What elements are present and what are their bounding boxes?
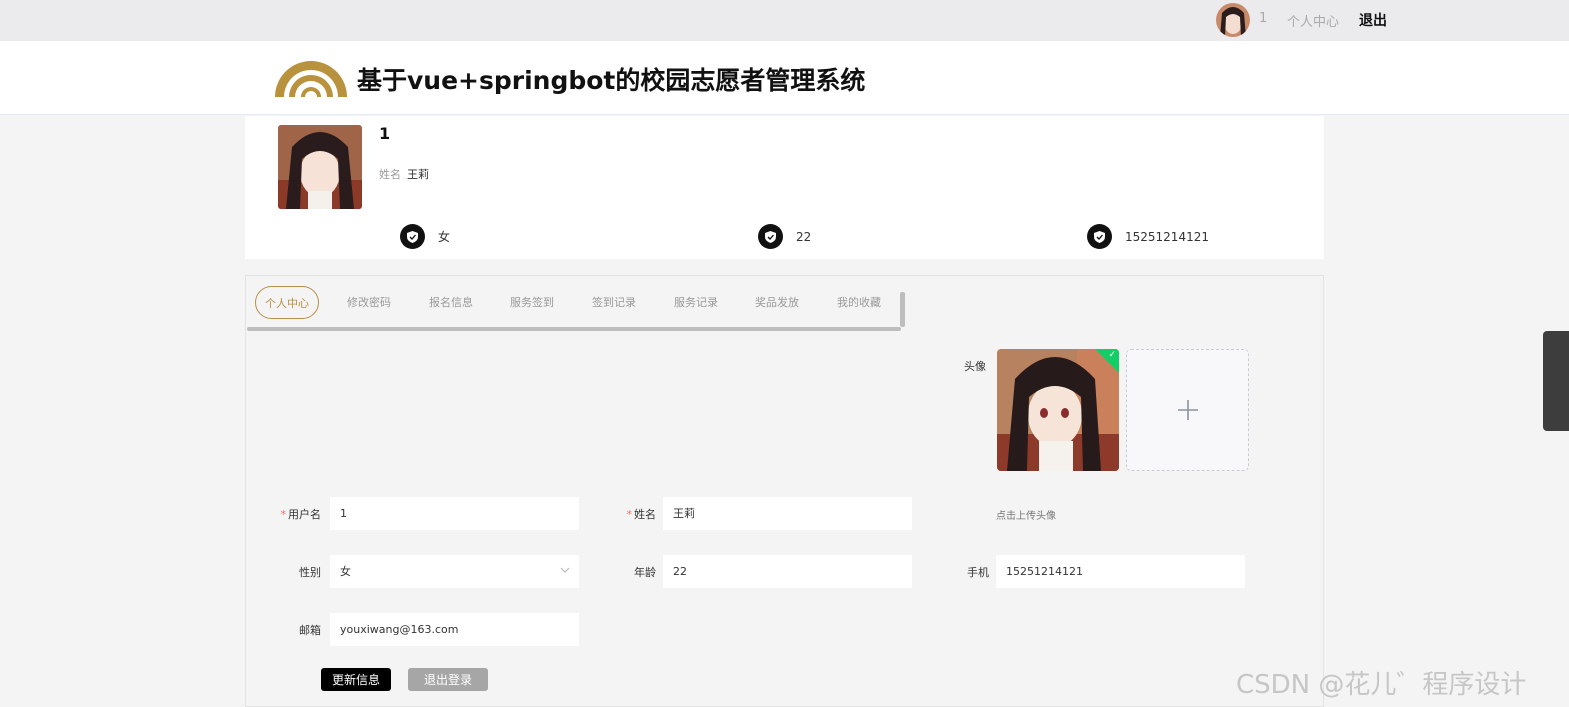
gender-selected-value: 女 [340, 565, 351, 578]
email-field[interactable]: youxiwang@163.com [330, 613, 579, 646]
info-age: 22 [758, 224, 811, 249]
username-field[interactable]: 1 [330, 497, 579, 530]
site-header: 基于vue+springbot的校园志愿者管理系统 [0, 41, 1569, 115]
info-gender: 女 [400, 224, 450, 249]
avatar-preview[interactable]: ✓ [997, 349, 1119, 471]
user-avatar[interactable] [1216, 3, 1250, 37]
logo-icon[interactable] [273, 53, 349, 101]
watermark: CSDN @花儿゛程序设计 [1236, 670, 1527, 700]
username-label: * 用户名 [280, 508, 322, 521]
top-username: 1 [1259, 11, 1268, 26]
upload-hint: 点击上传头像 [996, 511, 1056, 522]
tab-service-checkin[interactable]: 服务签到 [501, 286, 563, 319]
chevron-down-icon [560, 567, 570, 573]
update-info-button[interactable]: 更新信息 [321, 668, 391, 691]
age-text: 22 [796, 229, 812, 244]
tab-service-records[interactable]: 服务记录 [665, 286, 727, 319]
gender-select[interactable]: 女 [330, 555, 579, 588]
shield-icon [758, 224, 783, 249]
avatar-label: 头像 [964, 360, 986, 373]
phone-text: 15251214121 [1125, 229, 1209, 244]
side-drawer-handle[interactable] [1543, 331, 1569, 431]
profile-name-value: 王莉 [407, 168, 429, 181]
top-bar: 1 个人中心 退出 [0, 0, 1569, 41]
logout-button[interactable]: 退出登录 [408, 668, 488, 691]
profile-avatar [278, 125, 362, 209]
main-panel: 个人中心 修改密码 报名信息 服务签到 签到记录 服务记录 奖品发放 我的收藏 … [245, 275, 1324, 707]
tabs-scroll-thumb[interactable] [900, 292, 905, 327]
shield-icon [400, 224, 425, 249]
tab-checkin-records[interactable]: 签到记录 [583, 286, 645, 319]
avatar-upload-button[interactable] [1126, 349, 1249, 471]
name-label: * 姓名 [626, 508, 657, 521]
check-icon: ✓ [1108, 350, 1116, 360]
shield-icon [1087, 224, 1112, 249]
age-label: 年龄 [634, 566, 656, 579]
profile-name-label: 姓名 [379, 168, 401, 181]
profile-card: 1 姓名 王莉 女 22 15251214121 [245, 116, 1324, 259]
tabs-scrollbar[interactable] [247, 327, 901, 331]
tab-change-password[interactable]: 修改密码 [338, 286, 400, 319]
info-phone: 15251214121 [1087, 224, 1209, 249]
tab-prize-distribution[interactable]: 奖品发放 [746, 286, 808, 319]
email-label: 邮箱 [299, 624, 321, 637]
gender-text: 女 [438, 230, 451, 244]
gender-label: 性别 [299, 566, 321, 579]
tab-user-center[interactable]: 个人中心 [255, 286, 319, 319]
plus-icon [1177, 400, 1198, 420]
logout-link[interactable]: 退出 [1359, 10, 1387, 30]
age-field[interactable]: 22 [663, 555, 912, 588]
profile-username: 1 [379, 124, 391, 143]
name-field[interactable]: 王莉 [663, 497, 912, 530]
phone-label: 手机 [967, 566, 989, 579]
user-center-link[interactable]: 个人中心 [1287, 11, 1339, 30]
tab-bar: 个人中心 修改密码 报名信息 服务签到 签到记录 服务记录 奖品发放 我的收藏 [246, 284, 906, 331]
site-title: 基于vue+springbot的校园志愿者管理系统 [357, 66, 866, 95]
tab-signup-info[interactable]: 报名信息 [420, 286, 482, 319]
tab-my-favorites[interactable]: 我的收藏 [828, 286, 890, 319]
phone-field[interactable]: 15251214121 [996, 555, 1245, 588]
